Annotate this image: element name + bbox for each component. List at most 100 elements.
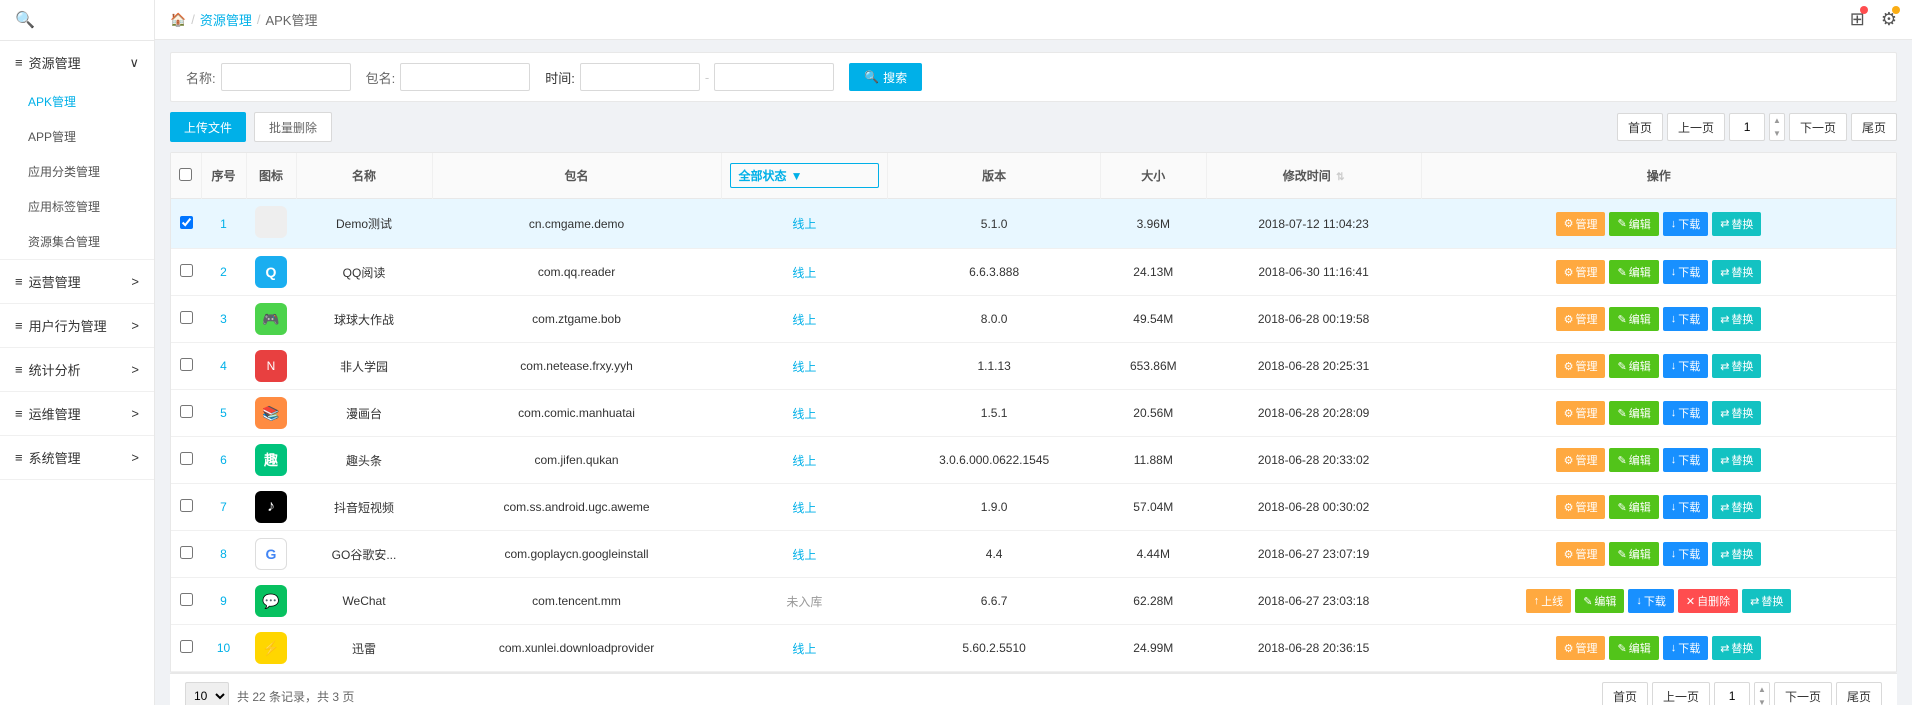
sidebar-group-header-user[interactable]: ≡ 用户行为管理 > [0,304,154,347]
edit-button[interactable]: ✎编辑 [1609,448,1658,472]
edit-button[interactable]: ✎编辑 [1609,542,1658,566]
per-page-select[interactable]: 10 20 50 [185,682,229,705]
sidebar-group-header-ops-mgmt[interactable]: ≡ 运维管理 > [0,392,154,435]
row-seq[interactable]: 5 [201,390,246,437]
row-seq[interactable]: 7 [201,484,246,531]
select-all-checkbox[interactable] [179,168,192,181]
replace-button[interactable]: ⇄替换 [1712,542,1761,566]
replace-button[interactable]: ⇄替换 [1712,401,1761,425]
breadcrumb-link-resource[interactable]: 资源管理 [200,10,252,29]
replace-button[interactable]: ⇄替换 [1712,636,1761,660]
search-button[interactable]: 🔍 搜索 [849,63,922,91]
download-button[interactable]: ↓下载 [1663,401,1709,425]
edit-button[interactable]: ✎编辑 [1609,212,1658,236]
upload-file-button[interactable]: 上传文件 [170,112,246,142]
search-icon[interactable]: 🔍 [15,12,35,29]
download-button[interactable]: ↓下载 [1663,636,1709,660]
download-button[interactable]: ↓下载 [1663,354,1709,378]
sidebar-item-apk[interactable]: APK管理 [0,84,154,119]
replace-button[interactable]: ⇄替换 [1742,589,1791,613]
row-seq[interactable]: 2 [201,249,246,296]
download-button[interactable]: ↓下载 [1663,542,1709,566]
row-seq[interactable]: 6 [201,437,246,484]
row-checkbox[interactable] [180,405,193,418]
download-button[interactable]: ↓下载 [1663,260,1709,284]
edit-button[interactable]: ✎编辑 [1575,589,1624,613]
row-checkbox[interactable] [180,546,193,559]
page-number-input-bottom[interactable] [1714,682,1750,705]
online-button[interactable]: ↑上线 [1526,589,1572,613]
first-page-button-top[interactable]: 首页 [1617,113,1663,141]
sidebar-group-header-system[interactable]: ≡ 系统管理 > [0,436,154,479]
edit-button[interactable]: ✎编辑 [1609,495,1658,519]
download-button[interactable]: ↓下载 [1628,589,1674,613]
manage-button[interactable]: ⚙管理 [1556,542,1606,566]
sidebar-group-header-resource[interactable]: ≡ 资源管理 ∨ [0,41,154,84]
sidebar-item-app[interactable]: APP管理 [0,119,154,154]
row-seq[interactable]: 8 [201,531,246,578]
row-checkbox[interactable] [180,593,193,606]
edit-button[interactable]: ✎编辑 [1609,401,1658,425]
delete-button[interactable]: ✕自删除 [1678,589,1738,613]
sidebar-item-app-tag[interactable]: 应用标签管理 [0,189,154,224]
prev-page-button-top[interactable]: 上一页 [1667,113,1725,141]
row-seq[interactable]: 3 [201,296,246,343]
manage-button[interactable]: ⚙管理 [1556,401,1606,425]
edit-button[interactable]: ✎编辑 [1609,354,1658,378]
download-button[interactable]: ↓下载 [1663,495,1709,519]
sidebar-group-header-ops[interactable]: ≡ 运营管理 > [0,260,154,303]
sidebar-item-app-category[interactable]: 应用分类管理 [0,154,154,189]
edit-button[interactable]: ✎编辑 [1609,260,1658,284]
row-checkbox[interactable] [180,640,193,653]
manage-button[interactable]: ⚙管理 [1556,636,1606,660]
next-page-button-bottom[interactable]: 下一页 [1774,682,1832,705]
manage-button[interactable]: ⚙管理 [1556,354,1606,378]
manage-button[interactable]: ⚙管理 [1556,448,1606,472]
sort-icon[interactable]: ⇅ [1336,172,1344,183]
manage-button[interactable]: ⚙管理 [1556,307,1606,331]
search-name-input[interactable] [221,63,351,91]
sidebar-search[interactable]: 🔍 [0,0,154,41]
replace-button[interactable]: ⇄替换 [1712,495,1761,519]
home-icon[interactable]: 🏠 [170,12,186,28]
last-page-button-top[interactable]: 尾页 [1851,113,1897,141]
download-button[interactable]: ↓下载 [1663,448,1709,472]
replace-button[interactable]: ⇄替换 [1712,307,1761,331]
row-checkbox[interactable] [180,311,193,324]
replace-button[interactable]: ⇄替换 [1712,212,1761,236]
search-package-input[interactable] [400,63,530,91]
download-button[interactable]: ↓下载 [1663,307,1709,331]
row-seq[interactable]: 4 [201,343,246,390]
row-seq[interactable]: 10 [201,625,246,672]
row-checkbox[interactable] [180,264,193,277]
page-down-arrow-bottom[interactable]: ▼ [1755,696,1769,705]
manage-button[interactable]: ⚙管理 [1556,212,1606,236]
manage-button[interactable]: ⚙管理 [1556,495,1606,519]
replace-button[interactable]: ⇄替换 [1712,448,1761,472]
page-up-arrow-top[interactable]: ▲ [1770,114,1784,127]
first-page-button-bottom[interactable]: 首页 [1602,682,1648,705]
status-filter[interactable]: 全部状态 ▼ [730,163,880,188]
download-button[interactable]: ↓下载 [1663,212,1709,236]
sidebar-item-resource-set[interactable]: 资源集合管理 [0,224,154,259]
row-seq[interactable]: 1 [201,199,246,249]
row-checkbox[interactable] [180,358,193,371]
last-page-button-bottom[interactable]: 尾页 [1836,682,1882,705]
search-date-start[interactable] [580,63,700,91]
row-checkbox[interactable] [180,216,193,229]
page-number-input-top[interactable] [1729,113,1765,141]
replace-button[interactable]: ⇄替换 [1712,260,1761,284]
batch-delete-button[interactable]: 批量删除 [254,112,332,142]
prev-page-button-bottom[interactable]: 上一页 [1652,682,1710,705]
search-date-end[interactable] [714,63,834,91]
replace-button[interactable]: ⇄替换 [1712,354,1761,378]
row-seq[interactable]: 9 [201,578,246,625]
edit-button[interactable]: ✎编辑 [1609,636,1658,660]
row-checkbox[interactable] [180,452,193,465]
manage-button[interactable]: ⚙管理 [1556,260,1606,284]
edit-button[interactable]: ✎编辑 [1609,307,1658,331]
page-up-arrow-bottom[interactable]: ▲ [1755,683,1769,696]
next-page-button-top[interactable]: 下一页 [1789,113,1847,141]
sidebar-group-header-stats[interactable]: ≡ 统计分析 > [0,348,154,391]
row-checkbox[interactable] [180,499,193,512]
